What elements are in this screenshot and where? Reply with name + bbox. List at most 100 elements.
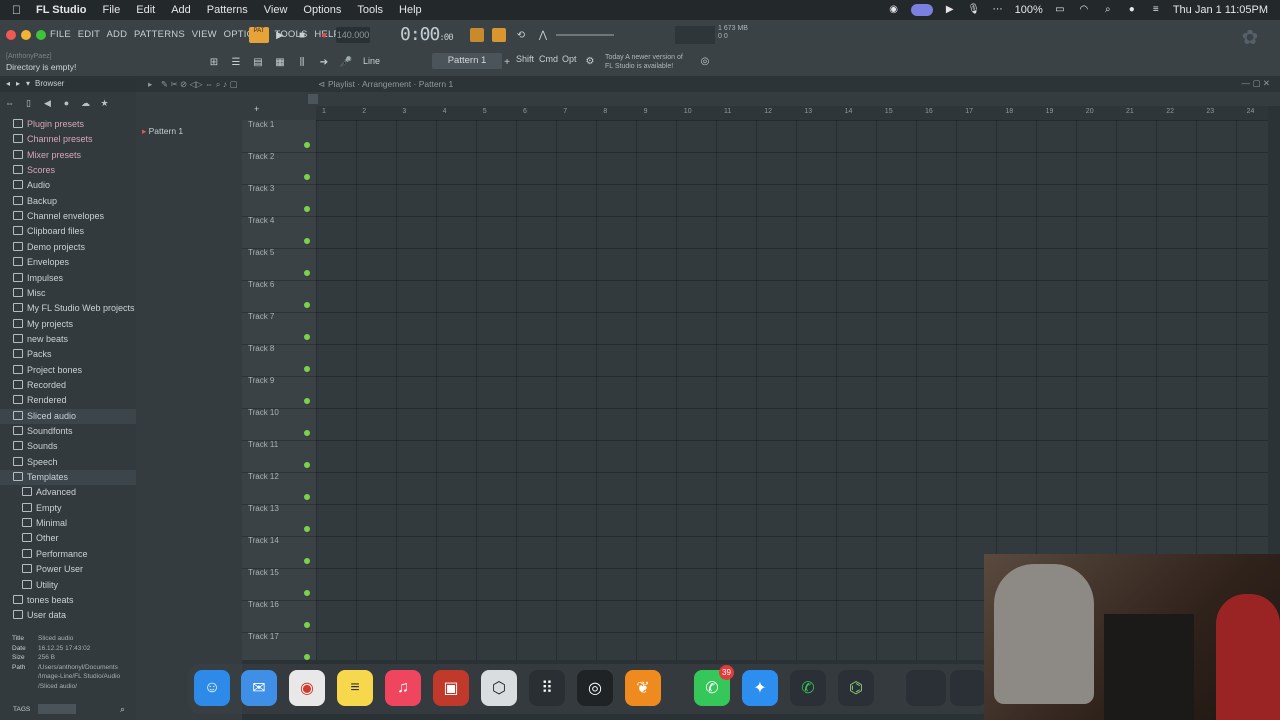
track-mute-led[interactable]	[304, 398, 310, 404]
browser-back-icon[interactable]: ◀	[38, 98, 57, 109]
browser-cloud2-icon[interactable]: ☁	[76, 98, 95, 109]
menu-file[interactable]: File	[103, 4, 121, 16]
browser-item[interactable]: My projects	[0, 317, 136, 332]
menu-add[interactable]: Add	[171, 4, 191, 16]
browser-item[interactable]: Envelopes	[0, 255, 136, 270]
opt-key[interactable]: Opt	[562, 54, 577, 64]
dots-tray-icon[interactable]: ⋯	[991, 4, 1005, 16]
browser-file-icon[interactable]: ▯	[19, 98, 38, 109]
phone-icon[interactable]: ✆	[790, 670, 826, 706]
tags-label[interactable]: TAGS	[13, 706, 30, 713]
playlist-window-icon[interactable]: ☰	[229, 55, 243, 69]
arrow-right-icon[interactable]: ➔	[317, 55, 331, 69]
loop-record-icon[interactable]: ⟲	[514, 28, 528, 42]
track-mute-led[interactable]	[304, 526, 310, 532]
add-pattern-icon[interactable]: +	[502, 55, 512, 69]
track-mute-led[interactable]	[304, 462, 310, 468]
window-thumb-icon[interactable]	[906, 670, 946, 706]
browser-menu-icon[interactable]: ◂	[6, 79, 10, 88]
browser-item[interactable]: Speech	[0, 455, 136, 470]
finder-icon[interactable]: ☺	[194, 670, 230, 706]
track-header[interactable]: Track 15	[242, 568, 316, 601]
browser-item[interactable]: Soundfonts	[0, 424, 136, 439]
playlist-nav-icon[interactable]: ▸	[148, 79, 152, 90]
stop-icon[interactable]: ■	[296, 28, 308, 42]
pattern-selector[interactable]: Pattern 1	[432, 53, 502, 69]
launchpad-icon[interactable]: ⠿	[529, 670, 565, 706]
browser-item[interactable]: Project bones	[0, 363, 136, 378]
microphone-icon[interactable]: 🎤	[339, 55, 353, 69]
fl-menu-edit[interactable]: EDIT	[78, 29, 100, 40]
photo-booth-icon[interactable]: ▣	[433, 670, 469, 706]
battery-icon[interactable]: ▭	[1053, 4, 1067, 16]
channel-rack-icon[interactable]: ▦	[273, 55, 287, 69]
track-header[interactable]: Track 12	[242, 472, 316, 505]
track-mute-led[interactable]	[304, 622, 310, 628]
track-mute-led[interactable]	[304, 174, 310, 180]
fl-menu-view[interactable]: VIEW	[192, 29, 217, 40]
track-mute-led[interactable]	[304, 270, 310, 276]
menu-help[interactable]: Help	[399, 4, 422, 16]
menubar-clock[interactable]: Thu Jan 1 11:05PM	[1173, 4, 1268, 16]
browser-item[interactable]: Minimal	[0, 516, 136, 531]
menu-app-name[interactable]: FL Studio	[36, 4, 87, 16]
safari-icon[interactable]: ✦	[742, 670, 778, 706]
browser-item[interactable]: Impulses	[0, 271, 136, 286]
settings-icon[interactable]: ⚙	[583, 54, 597, 68]
browser-item[interactable]: Audio	[0, 178, 136, 193]
grid-toggle-icon[interactable]	[308, 94, 318, 104]
track-mute-led[interactable]	[304, 302, 310, 308]
minimize-window-button[interactable]	[21, 30, 31, 40]
metronome-icon[interactable]	[470, 28, 484, 42]
browser-item[interactable]: Performance	[0, 547, 136, 562]
track-header[interactable]: Track 8	[242, 344, 316, 377]
track-header[interactable]: Track 13	[242, 504, 316, 537]
shift-key[interactable]: Shift	[516, 54, 534, 64]
browser-item[interactable]: Utility	[0, 578, 136, 593]
browser-item[interactable]: Demo projects	[0, 240, 136, 255]
browser-item[interactable]: tones beats	[0, 593, 136, 608]
browser-star-icon[interactable]: ★	[95, 98, 114, 109]
track-header[interactable]: Track 2	[242, 152, 316, 185]
browser-item[interactable]: Misc	[0, 286, 136, 301]
close-window-button[interactable]	[6, 30, 16, 40]
track-header[interactable]: Track 17	[242, 632, 316, 665]
tempo-display[interactable]: 140.000	[336, 27, 370, 43]
track-header[interactable]: Track 1	[242, 120, 316, 153]
record-icon[interactable]: ●	[318, 28, 330, 42]
browser-item[interactable]: Recorded	[0, 378, 136, 393]
fl-menu-patterns[interactable]: PATTERNS	[134, 29, 185, 40]
browser-item[interactable]: My FL Studio Web projects	[0, 301, 136, 316]
browser-item[interactable]: Scores	[0, 163, 136, 178]
piano-roll-icon[interactable]: ▤	[251, 55, 265, 69]
pattern-song-toggle[interactable]: PAT	[249, 27, 269, 43]
track-mute-led[interactable]	[304, 654, 310, 660]
browser-arrow-down-icon[interactable]: ▾	[26, 79, 30, 88]
playlist-arrows-icon[interactable]: ⊲	[318, 79, 325, 90]
menu-view[interactable]: View	[264, 4, 288, 16]
mixer-icon[interactable]: ⫼	[295, 55, 309, 69]
track-header[interactable]: Track 5	[242, 248, 316, 281]
obs-tray-icon[interactable]: ◉	[887, 4, 901, 16]
user-icon[interactable]: ●	[1125, 4, 1139, 16]
browser-item[interactable]: Mixer presets	[0, 148, 136, 163]
search-icon[interactable]: ⌕	[1101, 4, 1115, 16]
timeline-ruler[interactable]: 1 2 3 4 5 6 7 8 9 10 11 12 13 14 15 16 17 18 19 20 21 22 23 24	[316, 106, 1268, 120]
wait-record-icon[interactable]	[492, 28, 506, 42]
snap-selector[interactable]: Line	[363, 53, 415, 69]
menu-patterns[interactable]: Patterns	[207, 4, 248, 16]
tags-search-icon[interactable]: ⌕	[120, 704, 125, 715]
browser-item[interactable]: Advanced	[0, 485, 136, 500]
mic-tray-icon[interactable]: 🎙	[967, 4, 981, 16]
add-track-icon[interactable]: +	[254, 104, 259, 114]
track-mute-led[interactable]	[304, 206, 310, 212]
song-time-display[interactable]: 0:00:00	[400, 24, 454, 45]
track-mute-led[interactable]	[304, 142, 310, 148]
notes-icon[interactable]: ≡	[337, 670, 373, 706]
browser-item[interactable]: Sounds	[0, 439, 136, 454]
track-header[interactable]: Track 10	[242, 408, 316, 441]
fl-menu-file[interactable]: FILE	[50, 29, 71, 40]
menu-options[interactable]: Options	[303, 4, 341, 16]
track-mute-led[interactable]	[304, 558, 310, 564]
playlist-tool-icons[interactable]: ✎ ✂ ⊘ ◁▷ ⇔ ⌕ ♪ ▢	[161, 79, 238, 90]
